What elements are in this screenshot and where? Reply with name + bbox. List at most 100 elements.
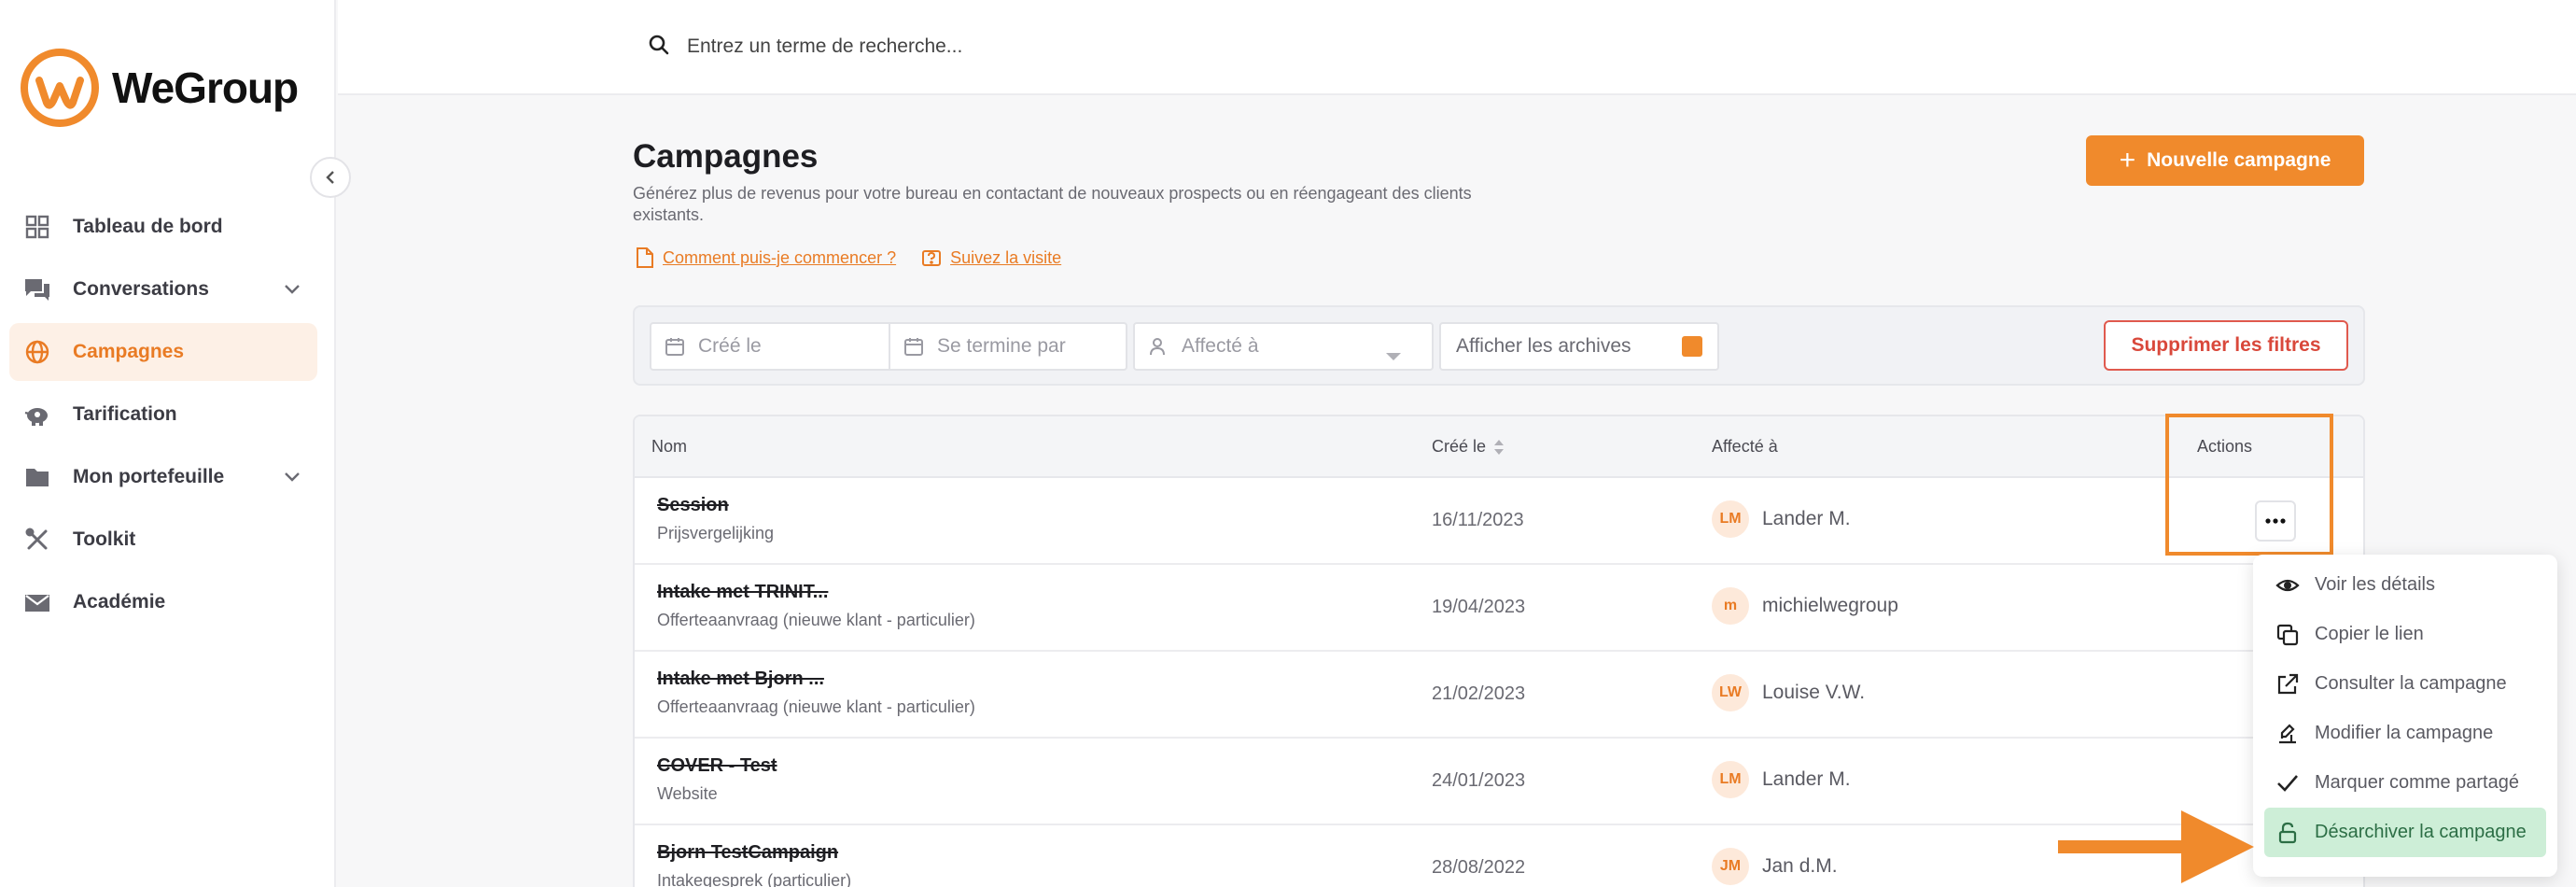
menu-item-label: Modifier la campagne <box>2315 723 2494 743</box>
sort-icon <box>1494 439 1505 455</box>
assignee-name: Lander M. <box>1762 768 1851 790</box>
sidebar-item-campaigns[interactable]: Campagnes <box>9 323 317 381</box>
created-date: 16/11/2023 <box>1432 510 1524 530</box>
sidebar-item-label: Toolkit <box>73 528 136 550</box>
menu-item-view-campaign[interactable]: Consulter la campagne <box>2264 659 2546 709</box>
created-date-placeholder: Créé le <box>698 335 762 357</box>
calendar-icon <box>665 338 684 356</box>
assigned-to-select[interactable]: Affecté à <box>1133 322 1434 371</box>
document-icon <box>637 247 653 268</box>
menu-item-view-details[interactable]: Voir les détails <box>2264 560 2546 610</box>
campaign-name-cell: Intake met TRINIT... Offerteaanvraag (ni… <box>657 582 975 630</box>
folder-icon <box>22 462 52 492</box>
sidebar-nav: Tableau de bord Conversations Campagnes … <box>9 198 317 636</box>
edit-icon <box>2279 723 2296 743</box>
chevron-left-icon <box>326 171 334 184</box>
campaign-name[interactable]: Intake met TRINIT... <box>657 582 975 603</box>
avatar: JM <box>1712 848 1749 885</box>
campaign-type: Offerteaanvraag (nieuwe klant - particul… <box>657 611 975 629</box>
assigned-to-placeholder: Affecté à <box>1182 335 1259 357</box>
sidebar-item-label: Académie <box>73 591 166 612</box>
globe-icon <box>22 337 52 367</box>
menu-item-label: Désarchiver la campagne <box>2315 822 2527 842</box>
end-date-filter[interactable]: Se termine par <box>889 322 1127 371</box>
assignee-cell: LM Lander M. <box>1712 500 1851 538</box>
page-title: Campagnes <box>633 138 819 175</box>
wegroup-logo[interactable]: WeGroup <box>19 47 299 129</box>
show-archives-toggle[interactable]: Afficher les archives <box>1439 322 1719 371</box>
menu-item-edit-campaign[interactable]: Modifier la campagne <box>2264 709 2546 758</box>
column-created-label: Créé le <box>1432 437 1487 456</box>
menu-item-mark-shared[interactable]: Marquer comme partagé <box>2264 758 2546 808</box>
collapse-sidebar-button[interactable] <box>310 157 351 198</box>
assignee-name: Lander M. <box>1762 508 1851 529</box>
chat-icon <box>22 275 52 304</box>
archives-checkbox[interactable] <box>1682 336 1702 357</box>
dashboard-icon <box>22 212 52 242</box>
show-archives-label: Afficher les archives <box>1456 335 1631 357</box>
campaign-type: Prijsvergelijking <box>657 524 775 542</box>
how-to-start-link[interactable]: Comment puis-je commencer ? <box>635 246 896 269</box>
piggy-bank-icon <box>22 400 52 429</box>
sidebar-item-portfolio[interactable]: Mon portefeuille <box>9 448 317 506</box>
campaign-name-cell: Intake met Bjorn ... Offerteaanvraag (ni… <box>657 669 975 717</box>
how-to-start-label: Comment puis-je commencer ? <box>663 247 897 267</box>
pointer-arrow-icon <box>2058 810 2254 883</box>
chevron-down-icon[interactable] <box>282 278 302 304</box>
sidebar-item-conversations[interactable]: Conversations <box>9 260 317 318</box>
follow-tour-label: Suivez la visite <box>950 247 1062 267</box>
sidebar-item-academy[interactable]: Académie <box>9 573 317 631</box>
plus-icon: + <box>2119 145 2136 176</box>
caret-down-icon <box>1372 345 1415 367</box>
search-input[interactable] <box>687 28 1527 65</box>
avatar: m <box>1712 587 1749 625</box>
sidebar-item-label: Mon portefeuille <box>73 466 225 487</box>
created-date: 28/08/2022 <box>1432 857 1526 878</box>
created-date: 24/01/2023 <box>1432 770 1526 791</box>
menu-item-label: Voir les détails <box>2315 574 2435 595</box>
campaign-type: Website <box>657 784 718 803</box>
assignee-cell: LM Lander M. <box>1712 761 1851 798</box>
campaign-name[interactable]: Intake met Bjorn ... <box>657 669 975 690</box>
menu-item-label: Marquer comme partagé <box>2315 772 2519 793</box>
clear-filters-button[interactable]: Supprimer les filtres <box>2104 320 2348 371</box>
sidebar-item-label: Campagnes <box>73 341 185 362</box>
campaign-name[interactable]: COVER - Test <box>657 755 777 777</box>
table-row[interactable]: Intake met TRINIT... Offerteaanvraag (ni… <box>635 565 2363 652</box>
top-bar <box>338 0 2576 95</box>
new-campaign-button[interactable]: + Nouvelle campagne <box>2086 135 2364 186</box>
assignee-cell: LW Louise V.W. <box>1712 674 1865 711</box>
column-created[interactable]: Créé le <box>1432 437 1505 457</box>
wegroup-logo-icon <box>21 49 99 127</box>
chevron-down-icon[interactable] <box>282 466 302 492</box>
created-date-filter[interactable]: Créé le <box>650 322 890 371</box>
sidebar-item-pricing[interactable]: Tarification <box>9 386 317 444</box>
sidebar: WeGroup Tableau de bord Conversations Ca… <box>0 0 336 887</box>
copy-icon <box>2276 624 2299 645</box>
campaign-name[interactable]: Session <box>657 495 774 516</box>
assignee-cell: JM Jan d.M. <box>1712 848 1838 885</box>
new-campaign-label: Nouvelle campagne <box>2147 149 2331 171</box>
sidebar-item-toolkit[interactable]: Toolkit <box>9 511 317 569</box>
campaign-name-cell: Session Prijsvergelijking <box>657 495 774 543</box>
assignee-name: Jan d.M. <box>1762 855 1838 877</box>
actions-highlight-frame <box>2165 414 2333 556</box>
question-icon <box>922 250 942 266</box>
column-name[interactable]: Nom <box>651 437 687 457</box>
end-date-placeholder: Se termine par <box>937 335 1066 357</box>
external-link-icon <box>2277 673 2299 694</box>
page-description: Générez plus de revenus pour votre burea… <box>633 184 1472 224</box>
row-actions-menu: Voir les détails Copier le lien Consulte… <box>2253 555 2557 877</box>
menu-item-unarchive-campaign[interactable]: Désarchiver la campagne <box>2264 808 2546 857</box>
tools-icon <box>22 525 52 555</box>
table-row[interactable]: Intake met Bjorn ... Offerteaanvraag (ni… <box>635 652 2363 739</box>
sidebar-item-dashboard[interactable]: Tableau de bord <box>9 198 317 256</box>
campaign-name-cell: COVER - Test Website <box>657 755 777 804</box>
campaign-name[interactable]: Bjorn TestCampaign <box>657 842 851 864</box>
follow-tour-link[interactable]: Suivez la visite <box>920 246 1061 269</box>
eye-icon <box>2275 579 2300 591</box>
table-row[interactable]: Session Prijsvergelijking 16/11/2023 LM … <box>635 478 2363 565</box>
campaign-type: Offerteaanvraag (nieuwe klant - particul… <box>657 697 975 716</box>
sidebar-item-label: Tableau de bord <box>73 216 223 237</box>
menu-item-copy-link[interactable]: Copier le lien <box>2264 610 2546 659</box>
